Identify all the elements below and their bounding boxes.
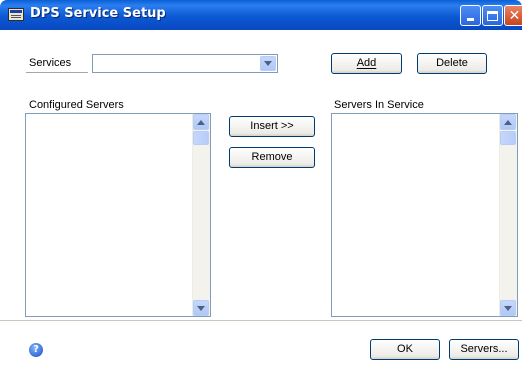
window-app-icon xyxy=(8,8,24,21)
close-icon: ✕ xyxy=(508,7,521,24)
scroll-up-button[interactable] xyxy=(193,114,209,130)
scroll-down-button[interactable] xyxy=(500,300,516,316)
footer-divider xyxy=(0,320,522,321)
help-icon[interactable]: ? xyxy=(29,343,43,357)
chevron-up-icon xyxy=(197,119,205,125)
servers-button-label: Servers... xyxy=(460,343,508,355)
insert-button[interactable]: Insert >> xyxy=(229,116,315,137)
ok-button-label: OK xyxy=(397,343,413,355)
window-title: DPS Service Setup xyxy=(30,6,166,21)
servers-in-service-list[interactable] xyxy=(331,113,518,317)
scroll-down-button[interactable] xyxy=(193,300,209,316)
close-button[interactable]: ✕ xyxy=(504,5,522,26)
configured-servers-label: Configured Servers xyxy=(29,99,124,111)
minimize-button[interactable] xyxy=(460,5,481,26)
scroll-up-button[interactable] xyxy=(500,114,516,130)
chevron-down-icon xyxy=(197,305,205,311)
chevron-down-icon xyxy=(264,61,272,66)
remove-button[interactable]: Remove xyxy=(229,147,315,168)
servers-in-service-scrollbar[interactable] xyxy=(499,114,517,316)
minimize-icon xyxy=(467,18,474,21)
services-dropdown-button[interactable] xyxy=(260,56,276,71)
services-label-underline xyxy=(26,72,88,73)
remove-button-label: Remove xyxy=(251,151,293,163)
dps-service-setup-window: DPS Service Setup ✕ Services Add Delete … xyxy=(0,0,522,369)
insert-button-label: Insert >> xyxy=(250,120,294,132)
scroll-thumb[interactable] xyxy=(193,131,209,145)
services-dropdown[interactable] xyxy=(92,54,278,73)
scroll-thumb[interactable] xyxy=(500,131,516,145)
dialog-body: Services Add Delete Configured Servers I… xyxy=(0,30,522,369)
chevron-up-icon xyxy=(504,119,512,125)
maximize-icon xyxy=(487,10,498,21)
servers-button[interactable]: Servers... xyxy=(449,339,519,360)
services-label: Services xyxy=(29,57,72,69)
ok-button[interactable]: OK xyxy=(370,339,440,360)
chevron-down-icon xyxy=(504,305,512,311)
configured-servers-list[interactable] xyxy=(25,113,211,317)
title-bar[interactable]: DPS Service Setup ✕ xyxy=(0,0,522,30)
delete-button-label: Delete xyxy=(436,57,468,69)
maximize-button[interactable] xyxy=(482,5,503,26)
add-button-label: Add xyxy=(356,57,377,69)
add-button[interactable]: Add xyxy=(331,53,402,74)
servers-in-service-label: Servers In Service xyxy=(334,99,424,111)
configured-servers-scrollbar[interactable] xyxy=(192,114,210,316)
delete-button[interactable]: Delete xyxy=(417,53,487,74)
